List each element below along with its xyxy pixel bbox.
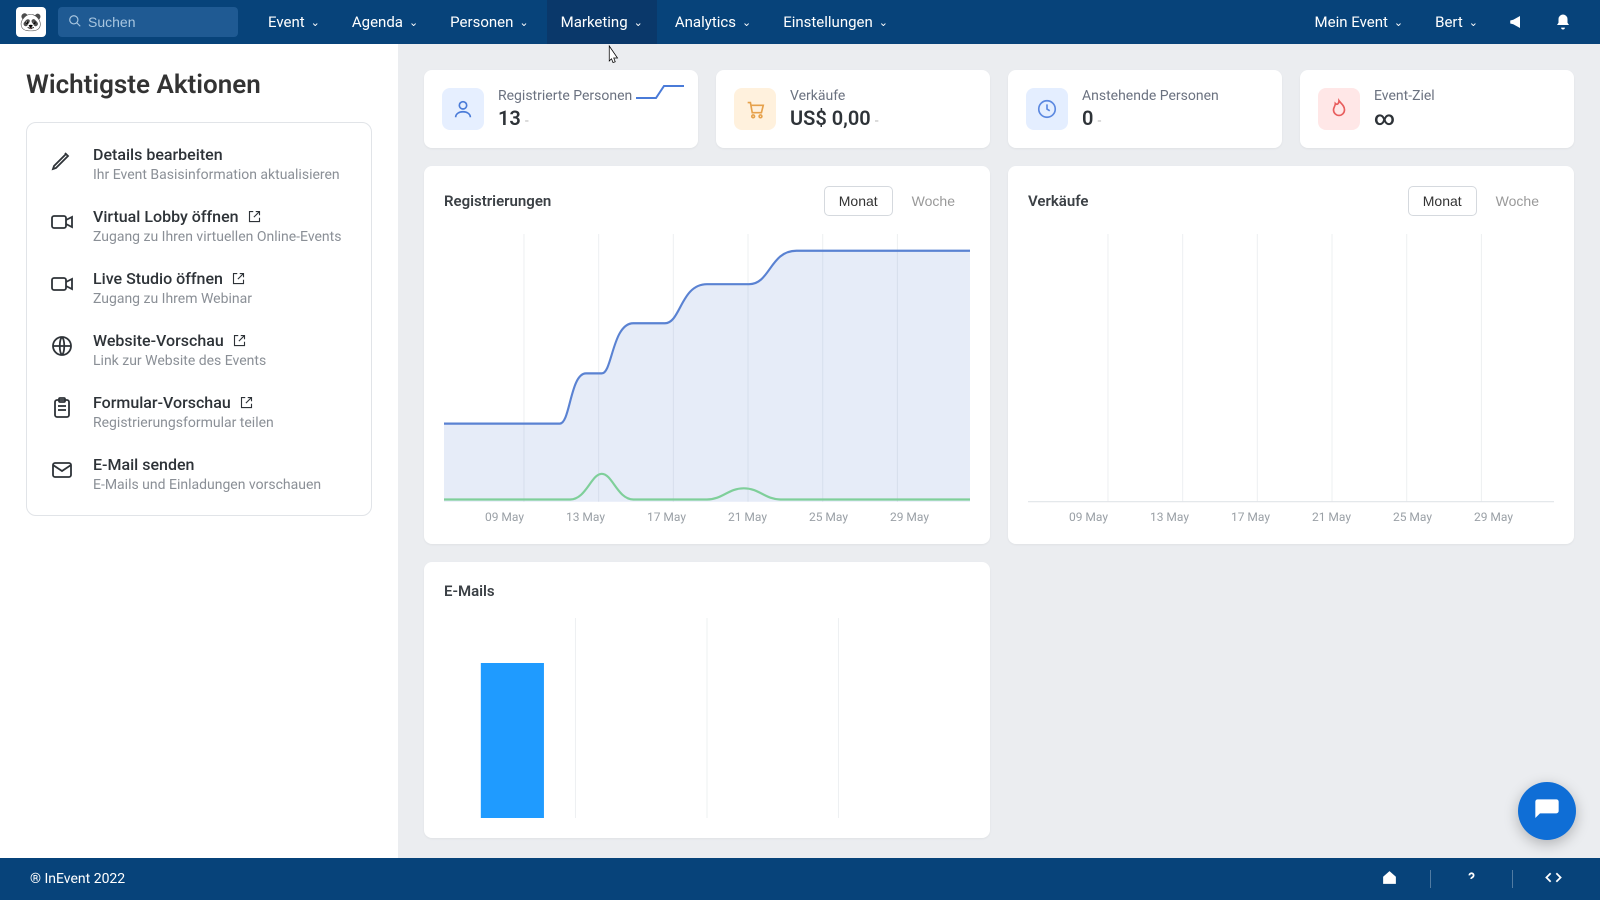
home-icon[interactable] — [1373, 869, 1406, 890]
chevron-down-icon: ⌄ — [1469, 16, 1478, 29]
stat-registered[interactable]: Registrierte Personen13- — [424, 70, 698, 148]
nav-analytics[interactable]: Analytics⌄ — [661, 0, 765, 44]
pencil-icon — [49, 147, 75, 173]
video-icon — [49, 271, 75, 297]
action-live-studio[interactable]: Live Studio öffnenZugang zu Ihrem Webina… — [27, 257, 371, 319]
sidebar: Wichtigste Aktionen Details bearbeitenIh… — [0, 44, 398, 858]
chevron-down-icon: ⌄ — [742, 16, 751, 29]
logo[interactable]: 🐼 — [16, 7, 46, 37]
nav-agenda[interactable]: Agenda⌄ — [338, 0, 432, 44]
chevron-down-icon: ⌄ — [409, 16, 418, 29]
nav-personen[interactable]: Personen⌄ — [436, 0, 542, 44]
video-icon — [49, 209, 75, 235]
action-form-preview[interactable]: Formular-VorschauRegistrierungsformular … — [27, 381, 371, 443]
chevron-down-icon: ⌄ — [311, 16, 320, 29]
search-input[interactable] — [88, 14, 269, 30]
footer: ® InEvent 2022 — [0, 858, 1600, 900]
external-link-icon — [232, 333, 247, 348]
sparkline — [636, 84, 684, 100]
sidebar-title: Wichtigste Aktionen — [26, 70, 372, 100]
action-edit-details[interactable]: Details bearbeitenIhr Event Basisinforma… — [27, 133, 371, 195]
fire-icon — [1318, 88, 1360, 130]
nav-user[interactable]: Bert⌄ — [1421, 0, 1492, 44]
globe-icon — [49, 333, 75, 359]
help-icon[interactable] — [1455, 869, 1488, 890]
topbar: 🐼 Event⌄ Agenda⌄ Personen⌄ Marketing⌄ An… — [0, 0, 1600, 44]
code-icon[interactable] — [1537, 869, 1570, 890]
chart-registrations: Registrierungen Monat Woche 09 May13 Ma — [424, 166, 990, 544]
bell-icon[interactable] — [1542, 0, 1584, 44]
chevron-down-icon: ⌄ — [1394, 16, 1403, 29]
action-website-preview[interactable]: Website-VorschauLink zur Website des Eve… — [27, 319, 371, 381]
mail-icon — [49, 457, 75, 483]
user-icon — [442, 88, 484, 130]
main-content: Registrierte Personen13- VerkäufeUS$ 0,0… — [398, 44, 1600, 858]
chevron-down-icon: ⌄ — [879, 16, 888, 29]
cart-icon — [734, 88, 776, 130]
chart-emails: E-Mails — [424, 562, 990, 838]
toggle-week[interactable]: Woche — [897, 186, 970, 216]
external-link-icon — [231, 271, 246, 286]
emails-chart-svg — [444, 618, 970, 818]
clipboard-icon — [49, 395, 75, 421]
chevron-down-icon: ⌄ — [634, 16, 643, 29]
chat-bubble-button[interactable] — [1518, 782, 1576, 840]
toggle-week[interactable]: Woche — [1481, 186, 1554, 216]
chevron-down-icon: ⌄ — [519, 16, 528, 29]
stat-pending[interactable]: Anstehende Personen0- — [1008, 70, 1282, 148]
external-link-icon — [247, 209, 262, 224]
chart-sales: Verkäufe Monat Woche 09 May13 May17 May2… — [1008, 166, 1574, 544]
toggle-month[interactable]: Monat — [824, 186, 893, 216]
actions-list: Details bearbeitenIhr Event Basisinforma… — [26, 122, 372, 516]
stat-goal[interactable]: Event-Ziel∞ — [1300, 70, 1574, 148]
nav-my-event[interactable]: Mein Event⌄ — [1301, 0, 1418, 44]
action-virtual-lobby[interactable]: Virtual Lobby öffnenZugang zu Ihren virt… — [27, 195, 371, 257]
megaphone-icon[interactable] — [1496, 0, 1538, 44]
clock-icon — [1026, 88, 1068, 130]
external-link-icon — [239, 395, 254, 410]
sales-chart-svg — [1028, 234, 1554, 524]
nav-marketing[interactable]: Marketing⌄ — [547, 0, 657, 44]
search-icon — [68, 13, 82, 32]
registrations-chart-svg — [444, 234, 970, 524]
nav-event[interactable]: Event⌄ — [254, 0, 334, 44]
search-container[interactable] — [58, 7, 238, 37]
action-send-email[interactable]: E-Mail sendenE-Mails und Einladungen vor… — [27, 443, 371, 505]
toggle-month[interactable]: Monat — [1408, 186, 1477, 216]
stat-sales[interactable]: VerkäufeUS$ 0,00- — [716, 70, 990, 148]
footer-copyright: ® InEvent 2022 — [30, 871, 125, 887]
nav-einstellungen[interactable]: Einstellungen⌄ — [769, 0, 902, 44]
